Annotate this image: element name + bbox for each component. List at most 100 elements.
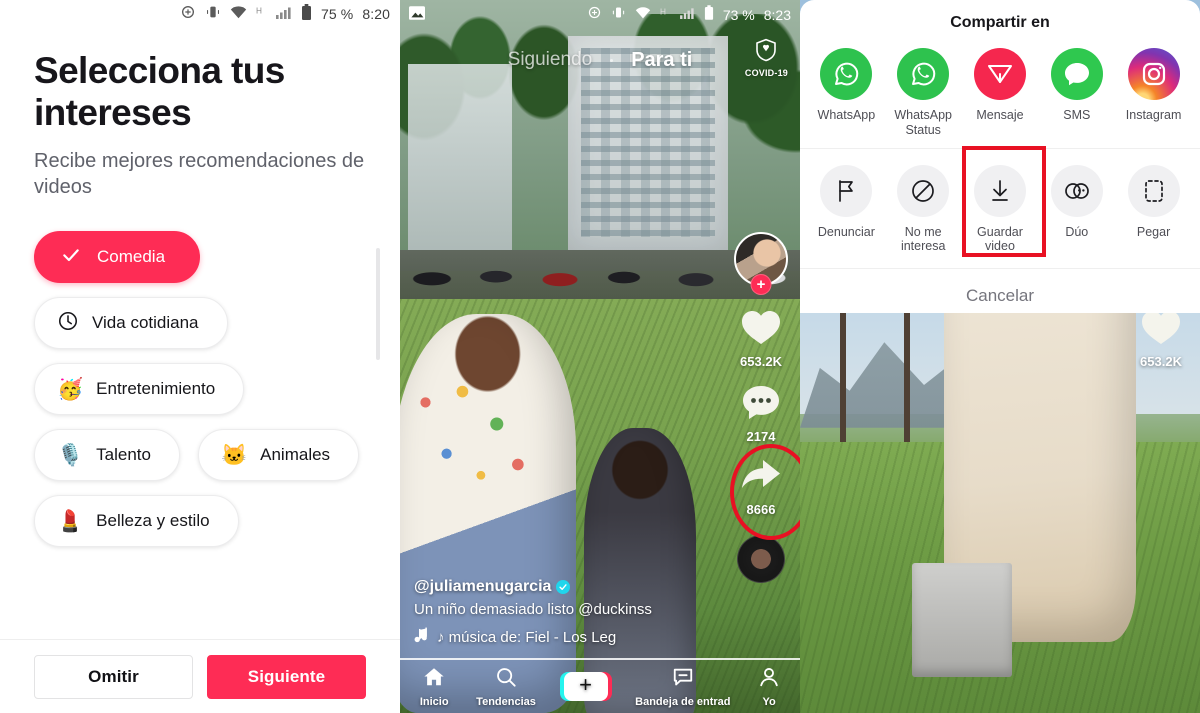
tiktok-message-icon <box>973 48 1026 100</box>
creator-handle: @juliamenugarcia <box>414 578 552 595</box>
scrollbar[interactable] <box>376 248 380 360</box>
bottom-nav-panel2: Inicio Tendencias + Bandeja de entrad Yo <box>400 658 800 713</box>
share-label: WhatsApp <box>817 108 876 122</box>
comment-action[interactable]: 2174 <box>741 383 781 444</box>
share-target-sms[interactable]: SMS <box>1040 48 1114 138</box>
battery-icon <box>704 5 714 25</box>
nav-item-inicio[interactable]: Inicio <box>420 666 449 708</box>
action-no-me-interesa[interactable]: No me interesa <box>886 164 960 255</box>
feed-tabs-panel2: Siguiendo Para ti <box>400 40 800 80</box>
action-label: Denunciar <box>817 224 875 239</box>
nav-item-bandeja-de-entrada[interactable]: Bandeja de entrad <box>635 666 731 708</box>
nav-item-yo[interactable]: Yo <box>758 666 780 708</box>
interests-footer: Omitir Siguiente <box>0 639 400 713</box>
music-note-icon <box>414 627 429 647</box>
home-icon <box>423 666 445 693</box>
interest-chip-comedia[interactable]: Comedia <box>34 231 201 284</box>
svg-text:H: H <box>660 7 666 16</box>
interest-chip-vida-cotidiana[interactable]: Vida cotidiana <box>34 297 228 350</box>
share-label: Mensaje <box>976 108 1024 122</box>
cat-face-emoji: 🐱 <box>220 443 248 467</box>
music-disc-icon[interactable] <box>737 535 785 583</box>
nav-item-tendencias[interactable]: Tendencias <box>476 666 536 708</box>
nav-label: Yo <box>762 695 776 708</box>
caption-description: Un niño demasiado listo @duckinss <box>414 601 652 618</box>
cancel-button[interactable]: Cancelar <box>800 269 1200 306</box>
battery-percent: 73 % <box>722 7 755 23</box>
share-sheet: Compartir en WhatsApp WhatsApp Status Me… <box>800 0 1200 313</box>
share-label: SMS <box>1063 108 1091 122</box>
download-icon <box>973 164 1026 217</box>
creator-avatar-wrap[interactable]: + <box>734 232 788 295</box>
interest-chip-row: 🎙️ Talento 🐱 Animales <box>34 429 366 482</box>
share-action[interactable]: 8666 <box>730 444 800 540</box>
share-label: Instagram <box>1125 108 1182 122</box>
shield-icon <box>755 38 777 66</box>
microphone-emoji: 🎙️ <box>57 443 84 467</box>
party-face-emoji: 🥳 <box>57 377 84 401</box>
status-bar-panel2: H 73 % 8:23 <box>400 0 800 30</box>
vibrate-icon <box>205 4 221 25</box>
like-action[interactable]: 653.2K <box>1140 308 1182 369</box>
heart-icon <box>740 308 782 351</box>
photo-icon <box>409 5 425 25</box>
chip-label: Animales <box>260 445 331 465</box>
share-target-instagram[interactable]: Instagram <box>1117 48 1191 138</box>
tab-siguiendo[interactable]: Siguiendo <box>508 49 593 71</box>
tab-separator-dot <box>610 58 614 62</box>
share-target-whatsapp-status[interactable]: WhatsApp Status <box>886 48 960 138</box>
share-apps-row: WhatsApp WhatsApp Status Mensaje SMS Ins… <box>800 48 1200 138</box>
interest-chip-belleza-y-estilo[interactable]: 💄 Belleza y estilo <box>34 495 239 548</box>
action-label: Guardar video <box>977 224 1023 254</box>
svg-text:H: H <box>256 6 262 15</box>
action-denunciar[interactable]: Denunciar <box>809 164 883 255</box>
battery-icon <box>301 3 312 25</box>
action-duo[interactable]: Dúo <box>1040 164 1114 255</box>
status-bar-panel1: H 75 % 8:20 <box>0 0 400 28</box>
action-pegar[interactable]: Pegar <box>1117 164 1191 255</box>
covid-label: COVID-19 <box>744 68 788 78</box>
follow-button[interactable]: + <box>750 274 772 295</box>
h-network-icon: H <box>256 5 267 23</box>
wifi-icon <box>635 6 651 24</box>
skip-button[interactable]: Omitir <box>34 654 193 699</box>
nav-label: Inicio <box>419 695 449 708</box>
share-count: 8666 <box>746 502 776 517</box>
share-label: WhatsApp Status <box>894 108 953 137</box>
nav-label: Tendencias <box>476 695 536 708</box>
add-video-icon[interactable]: + <box>559 672 612 701</box>
sms-icon <box>1050 48 1103 100</box>
interest-chip-list: Comedia Vida cotidiana 🥳 Entretenimiento <box>34 231 366 548</box>
interests-body: Selecciona tus intereses Recibe mejores … <box>0 28 400 548</box>
clock-icon <box>57 310 79 337</box>
action-guardar-video[interactable]: Guardar video <box>963 164 1037 255</box>
share-arrow-icon <box>740 458 782 499</box>
share-target-mensaje[interactable]: Mensaje <box>963 48 1037 138</box>
chip-label: Belleza y estilo <box>96 511 210 531</box>
chip-label: Comedia <box>97 247 166 267</box>
creator-handle-row[interactable]: @juliamenugarcia <box>414 578 714 596</box>
interests-screen: H 75 % 8:20 Selecciona tus intereses Rec… <box>0 0 400 713</box>
action-rail-panel2: + 653.2K 2174 8666 <box>730 232 800 583</box>
clock-time: 8:23 <box>763 7 791 23</box>
covid-info-button[interactable]: COVID-19 <box>745 38 788 78</box>
nav-item-add-video[interactable]: + <box>559 672 612 701</box>
feed-screen: H 73 % 8:23 Siguiendo Para ti COVID-19 +… <box>400 0 800 713</box>
signal-icon <box>276 5 292 24</box>
like-action[interactable]: 653.2K <box>740 308 782 369</box>
share-sheet-title: Compartir en <box>950 14 1050 31</box>
profile-icon <box>758 666 780 693</box>
interest-chip-entretenimiento[interactable]: 🥳 Entretenimiento <box>34 363 245 416</box>
share-target-whatsapp[interactable]: WhatsApp <box>809 48 883 138</box>
interest-chip-talento[interactable]: 🎙️ Talento <box>34 429 180 482</box>
interest-chip-animales[interactable]: 🐱 Animales <box>197 429 360 482</box>
chip-label: Entretenimiento <box>96 379 216 399</box>
share-actions-row: Denunciar No me interesa Guardar video D… <box>800 147 1200 255</box>
block-icon <box>897 164 950 217</box>
music-title: ♪ música de: Fiel - Los Leg <box>437 628 617 646</box>
search-icon <box>495 666 517 693</box>
tab-para-ti[interactable]: Para ti <box>631 49 692 72</box>
music-row[interactable]: ♪ música de: Fiel - Los Leg <box>414 627 714 647</box>
share-sheet-screen: H 73 % 8:25 Siguiendo Para ti <box>800 0 1200 713</box>
next-button[interactable]: Siguiente <box>207 654 366 699</box>
